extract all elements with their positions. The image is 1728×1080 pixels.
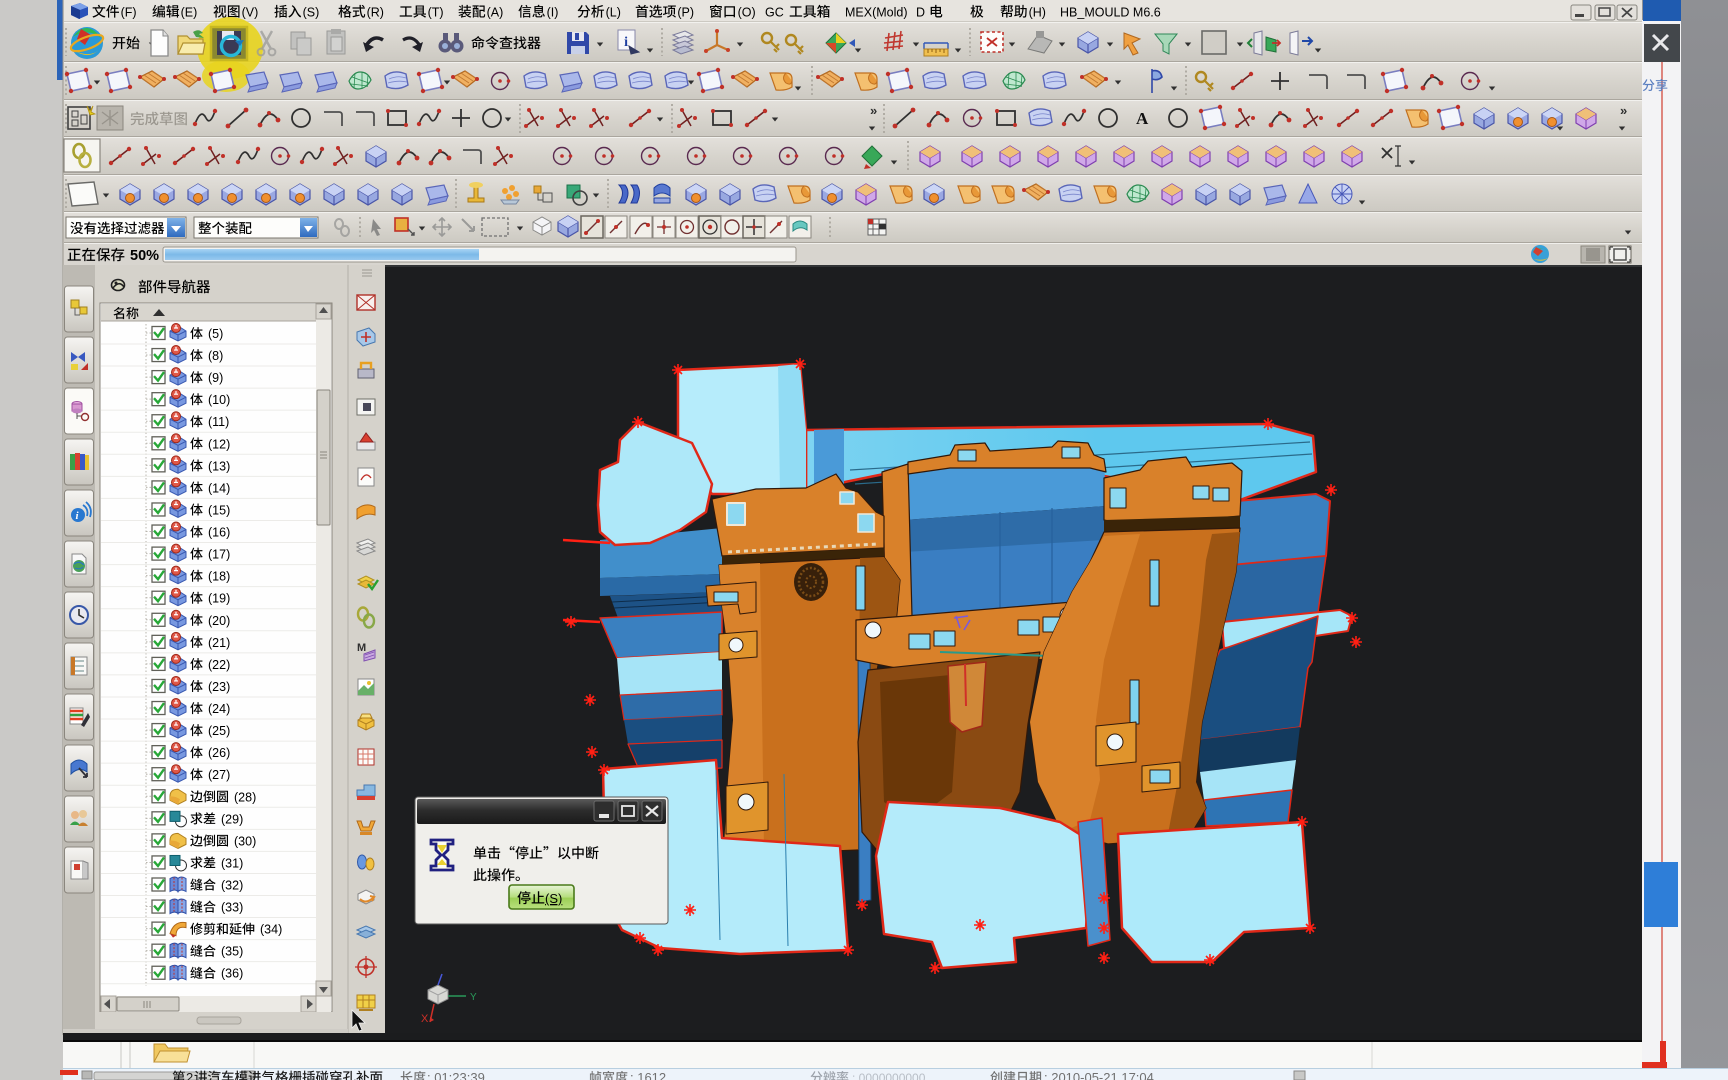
svg-text:Y: Y <box>470 992 477 1003</box>
svg-text:(14): (14) <box>208 481 230 495</box>
svg-text:HB_MOULD M6.6: HB_MOULD M6.6 <box>1060 6 1161 20</box>
svg-text:2: 2 <box>186 1070 193 1080</box>
svg-text:: 01:23:39: : 01:23:39 <box>427 1070 485 1080</box>
svg-text:(17): (17) <box>208 548 230 562</box>
svg-text:(13): (13) <box>208 459 230 473</box>
svg-text:(26): (26) <box>208 746 230 760</box>
svg-text:(8): (8) <box>208 349 223 363</box>
svg-text:(30): (30) <box>234 834 256 848</box>
svg-text:(12): (12) <box>208 437 230 451</box>
svg-text:GC: GC <box>765 6 784 20</box>
svg-text:: 1612: : 1612 <box>630 1070 666 1080</box>
svg-text:(S): (S) <box>545 891 562 906</box>
svg-text:»: » <box>1620 103 1627 118</box>
svg-text:(5): (5) <box>208 327 223 341</box>
svg-text:(31): (31) <box>221 856 243 870</box>
svg-text:(28): (28) <box>234 790 256 804</box>
svg-text:: 0000000000: : 0000000000 <box>852 1071 926 1080</box>
svg-text:(32): (32) <box>221 879 243 893</box>
svg-text:(25): (25) <box>208 724 230 738</box>
svg-text:(23): (23) <box>208 680 230 694</box>
svg-text:(21): (21) <box>208 636 230 650</box>
svg-text:i: i <box>624 35 628 50</box>
svg-text:(33): (33) <box>221 901 243 915</box>
svg-text:(22): (22) <box>208 658 230 672</box>
svg-text:(P): (P) <box>677 6 694 20</box>
svg-text:X: X <box>421 1013 429 1025</box>
svg-text:(15): (15) <box>208 503 230 517</box>
svg-text:(10): (10) <box>208 393 230 407</box>
svg-text:D: D <box>916 6 925 20</box>
svg-text:50%: 50% <box>130 248 159 264</box>
svg-text:(R): (R) <box>367 6 384 20</box>
svg-text:(11): (11) <box>208 415 229 429</box>
svg-text:(36): (36) <box>221 967 243 981</box>
svg-text:(I): (I) <box>547 6 559 20</box>
svg-text:(L): (L) <box>606 6 621 20</box>
svg-text:(O): (O) <box>738 6 756 20</box>
svg-text:M: M <box>357 642 366 654</box>
svg-text:(A): (A) <box>487 6 504 20</box>
svg-text:(19): (19) <box>208 592 230 606</box>
svg-text:A: A <box>1136 109 1149 128</box>
svg-text:: 2010-05-21 17:04: : 2010-05-21 17:04 <box>1044 1070 1154 1080</box>
svg-text:(35): (35) <box>221 945 243 959</box>
svg-text:(E): (E) <box>181 6 198 20</box>
svg-text:(9): (9) <box>208 371 223 385</box>
svg-text:(T): (T) <box>428 6 444 20</box>
svg-text:(20): (20) <box>208 614 230 628</box>
svg-text:(27): (27) <box>208 768 230 782</box>
svg-text:(H): (H) <box>1029 6 1046 20</box>
svg-text:(24): (24) <box>208 702 230 716</box>
svg-text:(16): (16) <box>208 526 230 540</box>
svg-text:(18): (18) <box>208 570 230 584</box>
svg-text:(34): (34) <box>260 923 282 937</box>
svg-text:»: » <box>870 103 877 118</box>
svg-text:(S): (S) <box>303 6 320 20</box>
svg-text:(29): (29) <box>221 812 243 826</box>
svg-text:MEX(Mold): MEX(Mold) <box>845 6 908 20</box>
svg-text:(F): (F) <box>121 6 137 20</box>
svg-text:(V): (V) <box>242 6 259 20</box>
